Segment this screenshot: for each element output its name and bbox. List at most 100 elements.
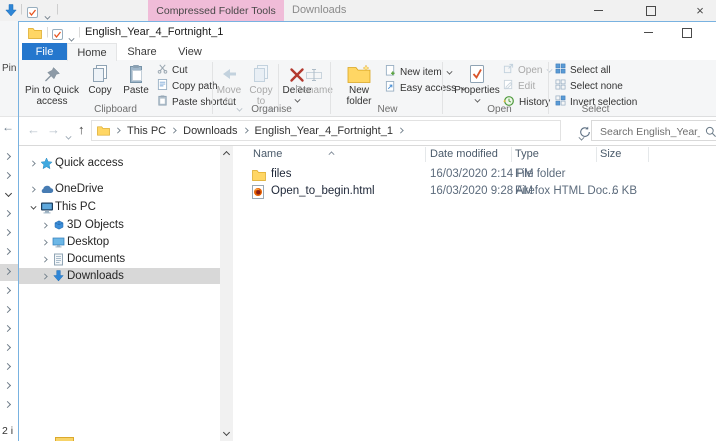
tree-chevron-icon[interactable]	[5, 344, 12, 351]
up-button[interactable]: ↑	[78, 123, 85, 137]
column-separator[interactable]	[596, 147, 597, 162]
bg-back-arrow-icon[interactable]: ←	[2, 120, 14, 134]
open-button[interactable]: Open	[503, 63, 553, 77]
new-folder-icon	[347, 62, 371, 84]
tree-chevron-icon[interactable]	[5, 268, 12, 275]
select-none-icon	[555, 79, 566, 93]
firefox-html-icon	[252, 185, 264, 202]
ribbon-group-new: New folder New item Easy access New	[333, 60, 456, 116]
tree-chevron-icon[interactable]	[5, 153, 12, 160]
tree-chevron-icon[interactable]	[42, 222, 48, 228]
bg-maximize-button[interactable]	[639, 0, 663, 21]
sidebar-item-downloads[interactable]: Downloads	[19, 268, 220, 284]
search-box[interactable]	[591, 120, 716, 141]
close-button[interactable]: ×	[709, 22, 716, 43]
chevron-down-icon	[474, 98, 480, 104]
column-separator[interactable]	[648, 147, 649, 162]
tree-chevron-icon[interactable]	[5, 325, 12, 332]
copy-to-button[interactable]: Copy to	[246, 62, 276, 107]
breadcrumb-chevron-icon[interactable]	[398, 128, 404, 134]
scroll-up-icon[interactable]	[223, 150, 230, 157]
tree-chevron-icon[interactable]	[42, 239, 48, 245]
tab-file[interactable]: File	[22, 43, 67, 60]
column-header-type[interactable]: Type	[515, 148, 539, 160]
sidebar-item-onedrive[interactable]: OneDrive	[19, 181, 220, 197]
edit-icon	[503, 79, 514, 93]
tree-chevron-icon[interactable]	[30, 160, 36, 166]
chevron-down-icon[interactable]	[45, 15, 51, 21]
chevron-down-icon[interactable]	[69, 37, 75, 43]
search-input[interactable]	[598, 122, 702, 141]
copy-button[interactable]: Copy	[83, 62, 117, 96]
edit-button[interactable]: Edit	[503, 79, 535, 93]
sidebar-item-this-pc[interactable]: This PC	[19, 199, 220, 215]
desktop-icon	[50, 237, 67, 248]
tree-chevron-expanded-icon[interactable]	[30, 204, 36, 210]
breadcrumb-this-pc[interactable]: This PC	[127, 125, 166, 137]
maximize-button[interactable]	[675, 22, 699, 43]
recent-locations-chevron-icon[interactable]	[66, 135, 72, 141]
document-icon	[50, 253, 67, 266]
button-label: Properties	[454, 85, 500, 96]
properties-button[interactable]: Properties	[453, 62, 501, 104]
tree-chevron-icon[interactable]	[5, 382, 12, 389]
minimize-button[interactable]	[636, 22, 660, 43]
breadcrumb-chevron-icon[interactable]	[172, 128, 178, 134]
cloud-icon	[38, 184, 55, 194]
scroll-down-icon[interactable]	[223, 430, 230, 437]
column-header-size[interactable]: Size	[600, 148, 621, 160]
breadcrumb-downloads[interactable]: Downloads	[183, 125, 237, 137]
sidebar-item-3d-objects[interactable]: 3D Objects	[19, 217, 220, 233]
paste-button[interactable]: Paste	[119, 62, 153, 96]
new-folder-button[interactable]: New folder	[337, 62, 381, 107]
minimize-icon	[643, 32, 653, 33]
file-row-open-to-begin[interactable]: Open_to_begin.html 16/03/2020 9:28 AM Fi…	[233, 183, 716, 200]
copy-path-button[interactable]: Copy path	[157, 79, 218, 93]
tree-chevron-icon[interactable]	[5, 229, 12, 236]
column-header-name[interactable]: Name	[253, 148, 282, 160]
tree-chevron-icon[interactable]	[5, 363, 12, 370]
select-none-button[interactable]: Select none	[555, 79, 623, 93]
tree-chevron-icon[interactable]	[5, 172, 12, 179]
pin-to-quick-access-button[interactable]: Pin to Quick access	[23, 62, 81, 107]
column-separator[interactable]	[511, 147, 512, 162]
column-header-date-modified[interactable]: Date modified	[430, 148, 498, 160]
tree-chevron-icon[interactable]	[42, 273, 48, 279]
file-row-files[interactable]: files 16/03/2020 2:14 PM File folder	[233, 166, 716, 183]
tab-home[interactable]: Home	[67, 43, 117, 61]
tree-chevron-icon[interactable]	[5, 210, 12, 217]
sidebar-item-documents[interactable]: Documents	[19, 251, 220, 267]
move-to-button[interactable]: Move to	[214, 62, 244, 107]
minimize-icon	[593, 10, 603, 11]
cut-button[interactable]: Cut	[157, 63, 188, 77]
tree-chevron-expanded-icon[interactable]	[5, 191, 12, 198]
breadcrumb-current-folder[interactable]: English_Year_4_Fortnight_1	[255, 125, 393, 137]
select-all-button[interactable]: Select all	[555, 63, 611, 77]
sidebar-scrollbar[interactable]	[220, 146, 233, 441]
file-name: files	[271, 168, 292, 180]
tree-chevron-icon[interactable]	[5, 248, 12, 255]
column-separator[interactable]	[425, 147, 426, 162]
tree-chevron-icon[interactable]	[5, 287, 12, 294]
tree-chevron-icon[interactable]	[42, 256, 48, 262]
forward-button[interactable]: →	[47, 123, 60, 137]
tab-view[interactable]: View	[167, 43, 213, 60]
button-label: New item	[400, 66, 442, 78]
back-button[interactable]: ←	[27, 123, 40, 137]
bg-close-button[interactable]: ×	[688, 0, 712, 21]
address-breadcrumb-bar[interactable]: This PC Downloads English_Year_4_Fortnig…	[91, 120, 561, 141]
tree-chevron-icon[interactable]	[30, 186, 36, 192]
tab-share[interactable]: Share	[117, 43, 167, 60]
sidebar-item-quick-access[interactable]: Quick access	[19, 155, 220, 171]
tree-chevron-icon[interactable]	[5, 306, 12, 313]
rename-button[interactable]: Rename	[295, 62, 333, 96]
sidebar-item-label: OneDrive	[55, 183, 104, 195]
breadcrumb-chevron-icon[interactable]	[116, 128, 122, 134]
bg-minimize-button[interactable]	[586, 0, 610, 21]
tree-chevron-icon[interactable]	[5, 401, 12, 408]
breadcrumb-chevron-icon[interactable]	[243, 128, 249, 134]
refresh-icon[interactable]	[579, 125, 591, 143]
window-title: English_Year_4_Fortnight_1	[85, 26, 224, 38]
sidebar-item-desktop[interactable]: Desktop	[19, 234, 220, 250]
context-tab-compressed-folder-tools[interactable]: Compressed Folder Tools	[148, 0, 284, 21]
